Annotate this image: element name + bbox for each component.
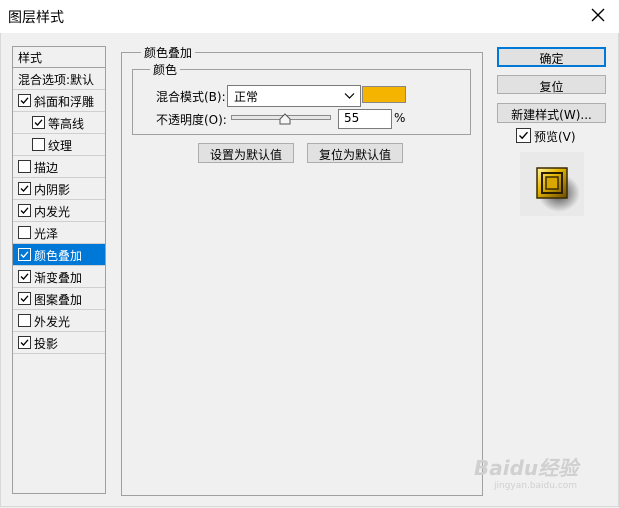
style-checkbox[interactable] (18, 270, 31, 283)
style-checkbox[interactable] (18, 94, 31, 107)
reset-label: 复位 (539, 80, 564, 94)
style-list-item[interactable]: 内发光 (13, 200, 105, 222)
style-list-item-label: 描边 (34, 161, 59, 175)
overlay-color-swatch[interactable] (362, 86, 406, 103)
style-list-item[interactable]: 纹理 (13, 134, 105, 156)
reset-default-button[interactable]: 复位为默认值 (307, 143, 403, 163)
preview-checkbox[interactable] (516, 128, 531, 143)
style-list-item[interactable]: 图案叠加 (13, 288, 105, 310)
style-list-item[interactable]: 描边 (13, 156, 105, 178)
new-style-button[interactable]: 新建样式(W)... (497, 103, 606, 123)
color-group-title: 颜色 (150, 61, 181, 78)
section-title: 颜色叠加 (141, 44, 196, 61)
style-list-item-label: 斜面和浮雕 (34, 95, 95, 109)
style-list-item-label: 颜色叠加 (34, 249, 83, 263)
blend-mode-value: 正常 (234, 90, 259, 104)
style-list-header[interactable]: 样式 (13, 47, 105, 68)
style-checkbox[interactable] (18, 160, 31, 173)
opacity-input[interactable]: 55 (338, 109, 392, 129)
opacity-unit: % (394, 111, 406, 125)
style-list-item[interactable]: 光泽 (13, 222, 105, 244)
style-list-header-label: 样式 (18, 51, 43, 65)
watermark-text: Baidu经验 (474, 456, 579, 480)
style-checkbox[interactable] (18, 336, 31, 349)
title-bar (0, 0, 619, 33)
style-list-item-label: 渐变叠加 (34, 271, 83, 285)
style-checkbox[interactable] (18, 226, 31, 239)
ok-button[interactable]: 确定 (497, 47, 606, 67)
style-list-item[interactable]: 投影 (13, 332, 105, 354)
reset-default-label: 复位为默认值 (318, 148, 391, 162)
style-list-item-label: 纹理 (48, 139, 73, 153)
style-list-item-label: 内发光 (34, 205, 71, 219)
style-list-item[interactable]: 混合选项:默认 (13, 68, 105, 90)
style-list-item[interactable]: 外发光 (13, 310, 105, 332)
style-list-item-label: 光泽 (34, 227, 59, 241)
set-default-label: 设置为默认值 (209, 148, 282, 162)
blend-mode-select[interactable]: 正常 (227, 85, 361, 107)
watermark-subtext: jingyan.baidu.com (494, 481, 578, 491)
style-list-item-label: 外发光 (34, 315, 71, 329)
reset-button[interactable]: 复位 (497, 75, 606, 94)
opacity-slider-thumb[interactable] (279, 113, 291, 128)
opacity-value: 55 (344, 111, 360, 125)
chevron-down-icon (344, 90, 355, 104)
set-default-button[interactable]: 设置为默认值 (198, 143, 294, 163)
new-style-label: 新建样式(W)... (511, 108, 592, 122)
style-checkbox[interactable] (18, 182, 31, 195)
opacity-label: 不透明度(O): (156, 113, 227, 127)
style-checkbox[interactable] (18, 248, 31, 261)
style-checkbox[interactable] (32, 116, 45, 129)
ok-label: 确定 (539, 52, 564, 66)
style-list-item[interactable]: 颜色叠加 (13, 244, 105, 266)
style-list-item-label: 内阴影 (34, 183, 71, 197)
preview-label: 预览(V) (534, 130, 576, 144)
style-checkbox[interactable] (32, 138, 45, 151)
style-list-item[interactable]: 渐变叠加 (13, 266, 105, 288)
style-list-item[interactable]: 斜面和浮雕 (13, 90, 105, 112)
style-checkbox[interactable] (18, 292, 31, 305)
style-checkbox[interactable] (18, 314, 31, 327)
style-list-item-label: 投影 (34, 337, 59, 351)
style-checkbox[interactable] (18, 204, 31, 217)
blend-mode-label: 混合模式(B): (156, 90, 226, 104)
style-list-item[interactable]: 等高线 (13, 112, 105, 134)
style-list-item-label: 图案叠加 (34, 293, 83, 307)
watermark: Baidu经验 jingyan.baidu.com (474, 452, 578, 491)
style-list-item-label: 等高线 (48, 117, 85, 131)
window-title: 图层样式 (8, 10, 64, 26)
style-list-item-label: 混合选项:默认 (18, 73, 95, 87)
style-list-item[interactable]: 内阴影 (13, 178, 105, 200)
style-list: 样式 混合选项:默认斜面和浮雕等高线纹理描边内阴影内发光光泽颜色叠加渐变叠加图案… (12, 46, 106, 494)
style-preview-thumbnail (520, 152, 584, 216)
close-icon[interactable] (586, 3, 610, 27)
